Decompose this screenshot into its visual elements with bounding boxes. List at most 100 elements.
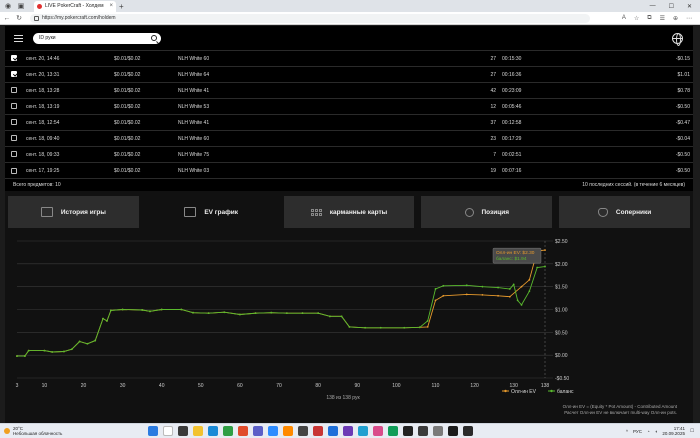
tab-game-history[interactable]: История игры (8, 196, 139, 228)
favorites-list-icon[interactable]: ☰ (660, 15, 665, 22)
clock[interactable]: 17:41 20.09.2025 (662, 426, 685, 436)
row-checkbox[interactable] (5, 114, 23, 131)
app-icon[interactable] (418, 426, 428, 436)
app-icon[interactable] (373, 426, 383, 436)
app-icon[interactable] (388, 426, 398, 436)
close-tab-icon[interactable]: × (109, 3, 113, 9)
row-checkbox[interactable] (5, 50, 23, 67)
series-point (520, 285, 523, 288)
checkbox[interactable] (11, 103, 17, 110)
checkbox[interactable] (11, 55, 17, 62)
tab-hole-cards[interactable]: карманные карты (283, 196, 415, 228)
back-icon[interactable]: ← (2, 15, 12, 22)
app-icon[interactable] (448, 426, 458, 436)
notifications-icon[interactable]: ☐ (690, 428, 694, 434)
row-checkbox[interactable] (5, 66, 23, 83)
app-icon[interactable] (253, 426, 263, 436)
volume-icon[interactable]: ◖ (655, 429, 658, 434)
app-icon[interactable] (223, 426, 233, 436)
close-window-icon[interactable]: ✕ (687, 3, 692, 10)
session-row[interactable]: сент. 17, 19:25 $0.01/$0.02 NLH White 03 19… (5, 162, 693, 179)
app-icon[interactable] (403, 426, 413, 436)
session-row[interactable]: сент. 18, 13:28 $0.01/$0.02 NLH White 41 42… (5, 82, 693, 99)
wifi-icon[interactable]: ◔ (647, 429, 650, 434)
session-row[interactable]: сент. 20, 13:31 $0.01/$0.02 NLH White 64 27… (5, 66, 693, 83)
checkbox[interactable] (11, 151, 17, 158)
app-icon[interactable] (313, 426, 323, 436)
row-checkbox[interactable] (5, 146, 23, 163)
tab-position[interactable]: Позиция (421, 196, 553, 228)
row-checkbox[interactable] (5, 162, 23, 179)
session-row[interactable]: сент. 18, 09:40 $0.01/$0.02 NLH White 60 23… (5, 130, 693, 147)
app-icon[interactable] (358, 426, 368, 436)
checkbox[interactable] (11, 71, 17, 78)
hand-id-search[interactable]: ID руки (33, 32, 161, 44)
browser-profile-icon[interactable]: ◉ (3, 1, 13, 11)
taskbar-apps (148, 426, 473, 436)
browser-tab[interactable]: LIVE PokerCraft - Холдем × (34, 0, 116, 12)
refresh-icon[interactable]: ↻ (14, 14, 24, 22)
session-game: NLH White 03 (175, 162, 295, 179)
weather-widget[interactable]: 20°C Небольшая облачность (4, 426, 62, 436)
app-icon[interactable] (343, 426, 353, 436)
url-field[interactable]: https://my.pokercraft.com/holdem (30, 13, 590, 23)
maximize-icon[interactable]: ☐ (669, 3, 674, 10)
row-checkbox[interactable] (5, 130, 23, 147)
more-menu-icon[interactable]: ⋯ (686, 15, 692, 22)
new-tab-button[interactable]: + (119, 2, 124, 11)
app-icon[interactable] (433, 426, 443, 436)
app-icon[interactable] (328, 426, 338, 436)
collections-icon[interactable]: ⊕ (673, 15, 678, 22)
pokercraft-favicon-icon (37, 3, 42, 9)
checkbox[interactable] (11, 167, 17, 174)
tab-ev-chart[interactable]: EV график (145, 196, 277, 228)
session-row[interactable]: сент. 20, 14:46 $0.01/$0.02 NLH White 60 27… (5, 50, 693, 67)
tray-chevron-icon[interactable]: ^ (626, 429, 628, 434)
series-point (223, 311, 226, 314)
checkbox[interactable] (11, 119, 17, 126)
app-icon[interactable] (238, 426, 248, 436)
session-date: сент. 18, 09:40 (23, 130, 111, 147)
session-game: NLH White 60 (175, 50, 295, 67)
search-taskbar-icon[interactable] (163, 426, 173, 436)
session-row[interactable]: сент. 18, 09:33 $0.01/$0.02 NLH White 75 7 0… (5, 146, 693, 163)
edge-icon[interactable] (208, 426, 218, 436)
checkbox[interactable] (11, 87, 17, 94)
multiway-note: Расчет Олл-ин EV не включает multi-way О… (564, 410, 677, 415)
language-indicator[interactable]: РУС (633, 429, 642, 434)
search-icon[interactable] (151, 35, 157, 41)
menu-icon[interactable] (14, 34, 23, 42)
favorite-icon[interactable]: ☆ (634, 15, 639, 22)
read-aloud-icon[interactable]: A (622, 15, 626, 22)
x-tick-label: 70 (276, 383, 282, 389)
session-row[interactable]: сент. 18, 13:19 $0.01/$0.02 NLH White 53 12… (5, 98, 693, 115)
task-view-icon[interactable] (178, 426, 188, 436)
app-icon[interactable] (298, 426, 308, 436)
app-icon[interactable] (463, 426, 473, 436)
session-row[interactable]: сент. 18, 12:54 $0.01/$0.02 NLH White 41 37… (5, 114, 693, 131)
legend-label[interactable]: Олл-ин EV (511, 389, 537, 395)
checkbox[interactable] (11, 135, 17, 142)
series-point (141, 309, 144, 311)
ev-chart[interactable]: $2.50 $2.00 $1.50 $1.00 $0.50 $0.00 -$0.50 3 10 2… (5, 233, 693, 423)
app-icon[interactable] (283, 426, 293, 436)
app-icon[interactable] (268, 426, 278, 436)
start-icon[interactable] (148, 426, 158, 436)
split-screen-icon[interactable]: ⧉ (647, 15, 651, 22)
legend-label[interactable]: баланс (557, 389, 574, 395)
x-tick-label: 30 (120, 383, 126, 389)
minimize-icon[interactable]: — (650, 3, 656, 10)
series-point (23, 355, 26, 357)
row-checkbox[interactable] (5, 82, 23, 99)
session-result: -$0.47 (619, 114, 693, 131)
tab-actions-icon[interactable]: ▣ (16, 1, 26, 11)
row-checkbox[interactable] (5, 98, 23, 115)
session-game: NLH White 60 (175, 130, 295, 147)
file-explorer-icon[interactable] (193, 426, 203, 436)
tab-opponents[interactable]: Соперники (559, 196, 690, 228)
session-stakes: $0.01/$0.02 (111, 82, 175, 99)
session-stakes: $0.01/$0.02 (111, 162, 175, 179)
search-input[interactable]: ID руки (39, 35, 56, 41)
language-globe-icon[interactable] (672, 32, 683, 46)
session-result: -$0.04 (619, 130, 693, 147)
